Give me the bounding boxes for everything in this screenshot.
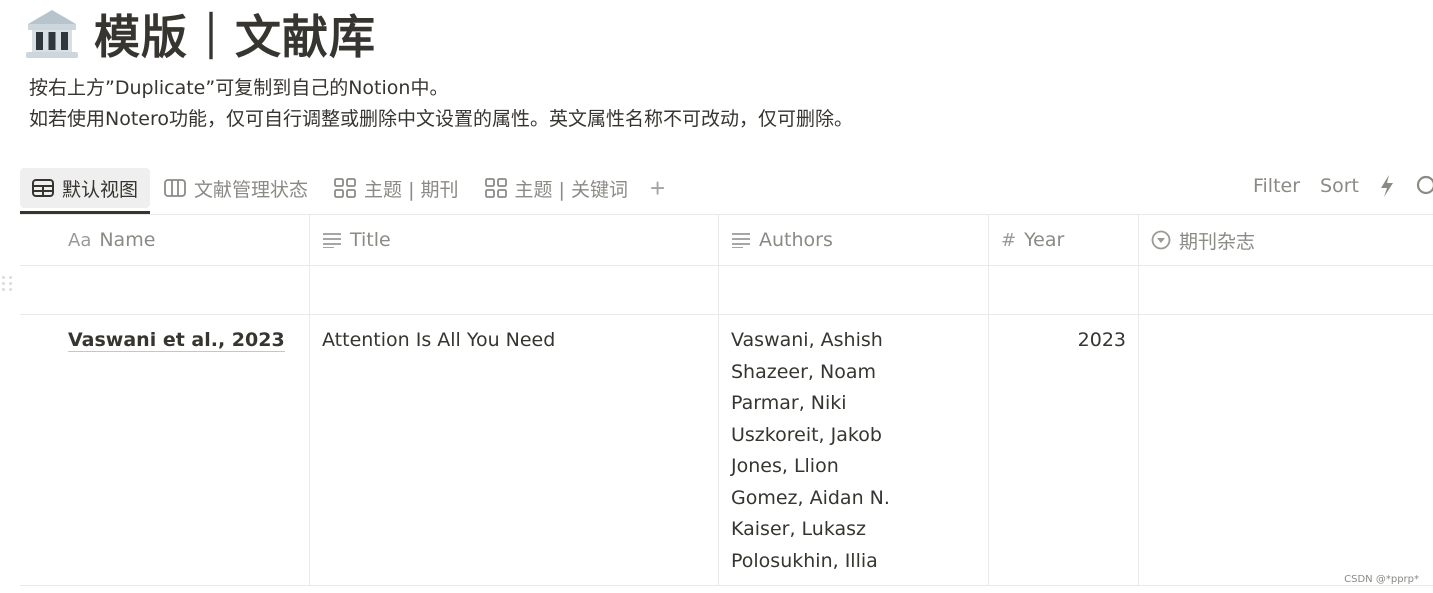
- select-icon: [1151, 230, 1171, 250]
- table-row[interactable]: [20, 266, 1433, 315]
- column-label: Name: [99, 229, 156, 251]
- tab-default-view[interactable]: 默认视图: [20, 168, 151, 214]
- column-header-title[interactable]: Title: [310, 215, 719, 265]
- author-entry: Shazeer, Noam: [731, 360, 876, 383]
- database-table: Aa Name Title Authors # Year 期刊杂志 Vaswan…: [20, 214, 1433, 586]
- cell-authors[interactable]: [719, 266, 989, 314]
- page-description-line: 按右上方”Duplicate”可复制到自己的Notion中。: [29, 77, 449, 99]
- page-header: 模版｜文献库: [24, 2, 376, 66]
- author-entry: Kaiser, Lukasz: [731, 518, 867, 540]
- automation-button[interactable]: [1379, 174, 1395, 198]
- classical-building-icon: [26, 10, 78, 58]
- lightning-icon: [1381, 175, 1393, 197]
- cell-journal[interactable]: [1139, 266, 1433, 314]
- tab-topic-journal[interactable]: 主题 | 期刊: [322, 168, 470, 208]
- search-button[interactable]: [1415, 175, 1433, 197]
- cell-title[interactable]: Attention Is All You Need: [310, 315, 719, 585]
- tab-label: 主题 | 期刊: [364, 178, 459, 201]
- table-header-row: Aa Name Title Authors # Year 期刊杂志: [20, 215, 1433, 266]
- tab-label: 主题 | 关键词: [514, 178, 628, 201]
- add-view-button[interactable]: +: [650, 173, 665, 204]
- search-icon: [1416, 175, 1433, 195]
- table-icon: [32, 179, 54, 197]
- cell-year[interactable]: [989, 266, 1139, 314]
- column-label: Title: [350, 229, 391, 251]
- author-entry: Parmar, Niki: [731, 392, 847, 414]
- sort-button[interactable]: Sort: [1320, 175, 1359, 197]
- board-icon: [164, 179, 186, 197]
- page-title: 模版｜文献库: [94, 10, 376, 64]
- tab-topic-keyword[interactable]: 主题 | 关键词: [473, 168, 640, 208]
- gallery-icon: [484, 178, 507, 198]
- column-header-journal[interactable]: 期刊杂志: [1139, 215, 1433, 265]
- table-row[interactable]: Vaswani et al., 2023 Attention Is All Yo…: [20, 315, 1433, 586]
- tab-label: 文献管理状态: [194, 178, 309, 201]
- cell-journal[interactable]: [1139, 315, 1433, 585]
- title-property-icon: Aa: [68, 229, 92, 251]
- page-description-line: 如若使用Notero功能，仅可自行调整或删除中文设置的属性。英文属性名称不可改动…: [29, 108, 853, 130]
- author-entry: Polosukhin, Illia: [731, 549, 878, 572]
- column-header-year[interactable]: # Year: [989, 215, 1139, 265]
- page-link[interactable]: Vaswani et al., 2023: [68, 329, 285, 352]
- author-entry: Gomez, Aidan N.: [731, 486, 890, 509]
- cell-name[interactable]: [20, 266, 310, 314]
- author-entry: Uszkoreit, Jakob: [731, 423, 882, 446]
- column-label: 期刊杂志: [1179, 230, 1256, 253]
- column-label: Authors: [759, 229, 833, 251]
- text-lines-icon: [732, 233, 750, 248]
- watermark: CSDN @*pprp*: [1344, 574, 1419, 585]
- cell-authors[interactable]: Vaswani, Ashish Shazeer, Noam Parmar, Ni…: [719, 315, 989, 585]
- text-lines-icon: [323, 233, 341, 248]
- cell-year[interactable]: 2023: [989, 315, 1139, 585]
- view-tabs: 默认视图 文献管理状态 主题 | 期刊 主题 | 关键词 +: [20, 165, 665, 214]
- tab-reference-status[interactable]: 文献管理状态: [152, 168, 320, 208]
- number-property-icon: #: [1001, 229, 1017, 251]
- cell-name[interactable]: Vaswani et al., 2023: [20, 315, 310, 585]
- gallery-icon: [334, 178, 356, 198]
- author-entry: Vaswani, Ashish: [731, 329, 883, 351]
- author-entry: Jones, Llion: [731, 455, 839, 477]
- filter-button[interactable]: Filter: [1253, 175, 1300, 197]
- cell-title[interactable]: [310, 266, 719, 314]
- database-toolbar: Filter Sort: [1233, 170, 1433, 202]
- tab-label: 默认视图: [62, 178, 139, 201]
- column-label: Year: [1024, 229, 1065, 251]
- column-header-name[interactable]: Aa Name: [20, 215, 310, 265]
- row-drag-handle[interactable]: [2, 276, 12, 291]
- column-header-authors[interactable]: Authors: [719, 215, 989, 265]
